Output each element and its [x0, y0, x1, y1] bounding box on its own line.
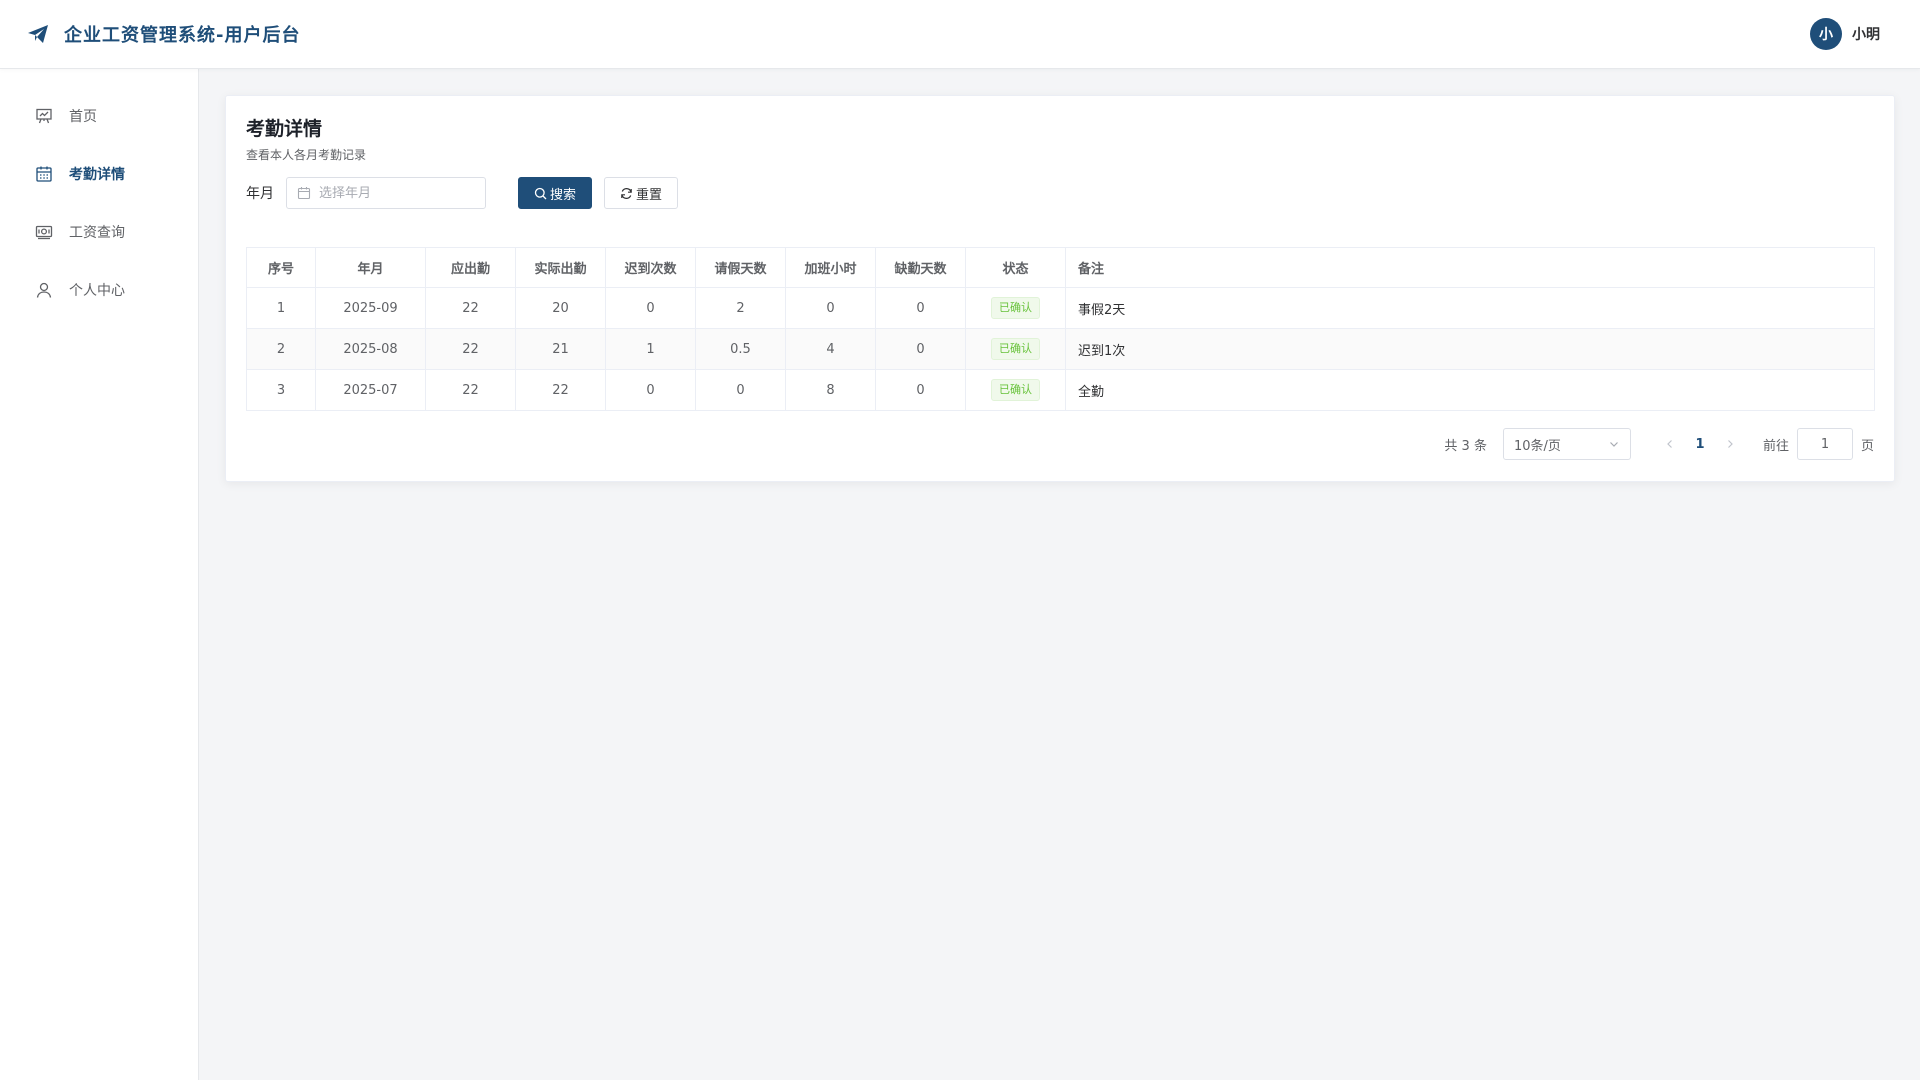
pagination: 共 3 条 10条/页 1 前往 页	[1444, 428, 1874, 460]
status-badge: 已确认	[991, 338, 1040, 360]
brand: 企业工资管理系统-用户后台	[26, 21, 300, 47]
reset-button-label: 重置	[635, 187, 662, 203]
month-input[interactable]	[319, 185, 469, 201]
cell-late: 0	[605, 287, 696, 329]
paper-plane-icon	[26, 22, 50, 46]
cell-month: 2025-07	[315, 369, 426, 411]
cell-note: 全勤	[1065, 369, 1875, 411]
sidebar-item-attendance[interactable]: 考勤详情	[0, 145, 198, 203]
goto-label: 前往	[1762, 438, 1789, 454]
cell-absent: 0	[875, 328, 966, 370]
prev-page-button[interactable]	[1655, 428, 1685, 460]
column-header: 序号	[246, 247, 316, 288]
calendar-icon	[297, 186, 311, 200]
table-row: 2 2025-08 22 21 1 0.5 4 0 已确认 迟到1次	[246, 328, 1875, 370]
column-header: 备注	[1065, 247, 1875, 288]
goto-page-input[interactable]	[1796, 428, 1853, 460]
cell-absent: 0	[875, 287, 966, 329]
cell-note: 事假2天	[1065, 287, 1875, 329]
cell-index: 2	[246, 328, 316, 370]
table-header-row: 序号 年月 应出勤 实际出勤 迟到次数 请假天数 加班小时 缺勤天数 状态 备注	[246, 247, 1875, 288]
table-row: 3 2025-07 22 22 0 0 8 0 已确认 全勤	[246, 369, 1875, 411]
sidebar-item-label: 工资查询	[69, 225, 125, 241]
refresh-icon	[620, 187, 633, 200]
chevron-right-icon	[1728, 440, 1733, 448]
search-icon	[534, 187, 547, 200]
cell-month: 2025-09	[315, 287, 426, 329]
cell-leave: 0	[695, 369, 786, 411]
search-button[interactable]: 搜索	[518, 177, 592, 209]
page-number-1[interactable]: 1	[1685, 428, 1715, 460]
sidebar-item-salary[interactable]: 工资查询	[0, 203, 198, 261]
top-header: 企业工资管理系统-用户后台 小 小明	[0, 0, 1920, 69]
status-badge: 已确认	[991, 297, 1040, 319]
app-title: 企业工资管理系统-用户后台	[64, 25, 301, 46]
reset-button[interactable]: 重置	[604, 177, 678, 209]
sidebar: 首页 考勤详情 工资查询 个人中心	[0, 69, 199, 1080]
sidebar-item-label: 首页	[69, 109, 97, 125]
cell-overtime: 4	[785, 328, 876, 370]
total-count: 共 3 条	[1444, 438, 1487, 454]
cell-overtime: 0	[785, 287, 876, 329]
filter-bar: 年月 搜索 重置	[246, 177, 1874, 209]
table-row: 1 2025-09 22 20 0 2 0 0 已确认 事假2天	[246, 287, 1875, 329]
attendance-card: 考勤详情 查看本人各月考勤记录 年月 搜索 重置 序号 年月	[225, 95, 1895, 482]
presentation-icon	[35, 107, 53, 125]
cell-overtime: 8	[785, 369, 876, 411]
chevron-down-icon	[1608, 438, 1620, 450]
month-filter-label: 年月	[246, 186, 274, 202]
next-page-button[interactable]	[1715, 428, 1745, 460]
column-header: 实际出勤	[515, 247, 606, 288]
status-badge: 已确认	[991, 379, 1040, 401]
attendance-table: 序号 年月 应出勤 实际出勤 迟到次数 请假天数 加班小时 缺勤天数 状态 备注…	[246, 247, 1875, 411]
search-button-label: 搜索	[549, 187, 576, 203]
page-title: 考勤详情	[246, 118, 323, 140]
cell-late: 0	[605, 369, 696, 411]
column-header: 迟到次数	[605, 247, 696, 288]
user-name[interactable]: 小明	[1852, 24, 1880, 44]
column-header: 应出勤	[425, 247, 516, 288]
sidebar-item-label: 个人中心	[69, 283, 125, 299]
column-header: 状态	[965, 247, 1066, 288]
column-header: 请假天数	[695, 247, 786, 288]
avatar[interactable]: 小	[1810, 18, 1842, 50]
cell-actual: 20	[515, 287, 606, 329]
sidebar-item-home[interactable]: 首页	[0, 87, 198, 145]
cell-status: 已确认	[965, 369, 1066, 411]
page-size-select[interactable]: 10条/页	[1502, 428, 1631, 460]
money-icon	[35, 223, 53, 241]
cell-status: 已确认	[965, 328, 1066, 370]
cell-actual: 21	[515, 328, 606, 370]
cell-required: 22	[425, 287, 516, 329]
cell-leave: 0.5	[695, 328, 786, 370]
column-header: 加班小时	[785, 247, 876, 288]
cell-month: 2025-08	[315, 328, 426, 370]
page-suffix: 页	[1860, 438, 1874, 454]
cell-required: 22	[425, 328, 516, 370]
page-subtitle: 查看本人各月考勤记录	[246, 148, 367, 162]
cell-note: 迟到1次	[1065, 328, 1875, 370]
cell-status: 已确认	[965, 287, 1066, 329]
sidebar-item-profile[interactable]: 个人中心	[0, 261, 198, 319]
column-header: 年月	[315, 247, 426, 288]
month-picker[interactable]	[286, 177, 486, 209]
chevron-left-icon	[1667, 440, 1672, 448]
cell-required: 22	[425, 369, 516, 411]
page-size-value: 10条/页	[1513, 438, 1561, 454]
sidebar-item-label: 考勤详情	[69, 167, 125, 183]
cell-index: 1	[246, 287, 316, 329]
user-menu[interactable]: 小 小明	[1810, 18, 1880, 50]
cell-index: 3	[246, 369, 316, 411]
cell-actual: 22	[515, 369, 606, 411]
user-icon	[35, 281, 53, 299]
calendar-icon	[35, 165, 53, 183]
column-header: 缺勤天数	[875, 247, 966, 288]
cell-late: 1	[605, 328, 696, 370]
cell-absent: 0	[875, 369, 966, 411]
cell-leave: 2	[695, 287, 786, 329]
